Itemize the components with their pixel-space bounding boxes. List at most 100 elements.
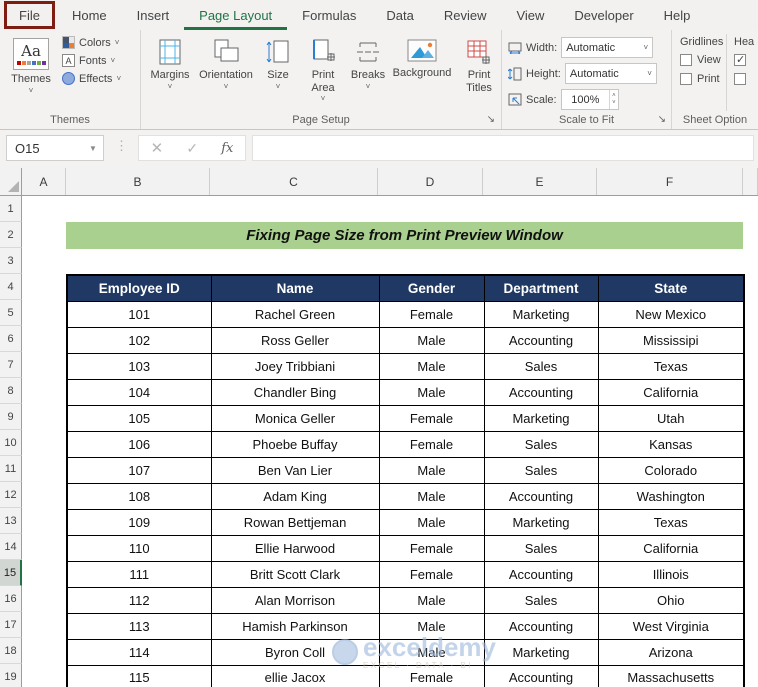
scale-to-fit-dialog-launcher-icon[interactable]: ↘ <box>658 114 666 125</box>
table-cell[interactable]: Ellie Harwood <box>211 535 379 561</box>
fonts-button[interactable]: A Fonts ˅ <box>62 54 121 67</box>
table-cell[interactable]: Texas <box>598 353 744 379</box>
row-header-6[interactable]: 6 <box>0 326 22 352</box>
height-dropdown[interactable]: Automatic ˅ <box>565 63 657 84</box>
menu-tab-formulas[interactable]: Formulas <box>287 0 371 30</box>
table-cell[interactable]: Colorado <box>598 457 744 483</box>
table-cell[interactable]: Sales <box>484 535 598 561</box>
table-cell[interactable]: Sales <box>484 353 598 379</box>
cancel-icon[interactable]: ✕ <box>151 139 164 157</box>
table-cell[interactable]: Texas <box>598 509 744 535</box>
table-cell[interactable]: Male <box>379 509 484 535</box>
menu-tab-developer[interactable]: Developer <box>559 0 648 30</box>
table-cell[interactable]: Male <box>379 483 484 509</box>
insert-function-icon[interactable]: fx <box>221 141 233 156</box>
width-dropdown[interactable]: Automatic ˅ <box>561 37 653 58</box>
table-cell[interactable]: Adam King <box>211 483 379 509</box>
table-cell[interactable]: Female <box>379 561 484 587</box>
table-cell[interactable]: California <box>598 379 744 405</box>
table-cell[interactable]: 111 <box>67 561 211 587</box>
column-header-c[interactable]: C <box>210 168 378 195</box>
table-cell[interactable]: Byron Coll <box>211 639 379 665</box>
table-cell[interactable]: Rachel Green <box>211 301 379 327</box>
breaks-button[interactable]: Breaks˅ <box>347 34 389 91</box>
table-cell[interactable]: Britt Scott Clark <box>211 561 379 587</box>
table-cell[interactable]: Male <box>379 587 484 613</box>
table-cell[interactable]: Accounting <box>484 483 598 509</box>
row-header-1[interactable]: 1 <box>0 196 22 222</box>
table-cell[interactable]: Arizona <box>598 639 744 665</box>
menu-tab-insert[interactable]: Insert <box>122 0 185 30</box>
name-box[interactable]: O15 ▼ <box>6 135 104 161</box>
table-cell[interactable]: Sales <box>484 587 598 613</box>
row-header-11[interactable]: 11 <box>0 456 22 482</box>
menu-tab-data[interactable]: Data <box>371 0 428 30</box>
table-cell[interactable]: Utah <box>598 405 744 431</box>
row-header-4[interactable]: 4 <box>0 274 22 300</box>
formula-bar-grip-icon[interactable]: ⋮ <box>115 138 128 154</box>
table-cell[interactable]: Male <box>379 457 484 483</box>
table-cell[interactable]: Chandler Bing <box>211 379 379 405</box>
select-all-corner[interactable] <box>0 168 22 195</box>
table-cell[interactable]: ellie Jacox <box>211 665 379 687</box>
table-cell[interactable]: Male <box>379 353 484 379</box>
row-header-17[interactable]: 17 <box>0 612 22 638</box>
row-header-18[interactable]: 18 <box>0 638 22 664</box>
table-cell[interactable]: Male <box>379 639 484 665</box>
page-setup-dialog-launcher-icon[interactable]: ↘ <box>487 114 495 125</box>
colors-button[interactable]: Colors ˅ <box>62 36 121 49</box>
menu-tab-page-layout[interactable]: Page Layout <box>184 0 287 30</box>
menu-tab-home[interactable]: Home <box>57 0 122 30</box>
row-header-3[interactable]: 3 <box>0 248 22 274</box>
table-cell[interactable]: 102 <box>67 327 211 353</box>
table-cell[interactable]: Marketing <box>484 301 598 327</box>
table-cell[interactable]: Marketing <box>484 509 598 535</box>
headings-view-checkbox[interactable] <box>734 54 746 66</box>
spinner-arrows-icon[interactable]: ˄˅ <box>609 90 618 109</box>
table-cell[interactable]: Monica Geller <box>211 405 379 431</box>
row-header-16[interactable]: 16 <box>0 586 22 612</box>
table-cell[interactable]: Female <box>379 431 484 457</box>
row-header-14[interactable]: 14 <box>0 534 22 560</box>
chevron-down-icon[interactable]: ▼ <box>83 144 103 153</box>
table-cell[interactable]: 104 <box>67 379 211 405</box>
table-cell[interactable]: Mississipi <box>598 327 744 353</box>
table-cell[interactable]: 114 <box>67 639 211 665</box>
table-cell[interactable]: Hamish Parkinson <box>211 613 379 639</box>
table-cell[interactable]: Massachusetts <box>598 665 744 687</box>
table-cell[interactable]: New Mexico <box>598 301 744 327</box>
table-cell[interactable]: Marketing <box>484 405 598 431</box>
table-cell[interactable]: Accounting <box>484 561 598 587</box>
table-cell[interactable]: West Virginia <box>598 613 744 639</box>
table-cell[interactable]: Sales <box>484 431 598 457</box>
effects-button[interactable]: Effects ˅ <box>62 72 121 85</box>
row-header-15[interactable]: 15 <box>0 560 22 586</box>
gridlines-print-checkbox[interactable] <box>680 73 692 85</box>
row-header-19[interactable]: 19 <box>0 664 22 687</box>
column-header-partial[interactable] <box>743 168 758 195</box>
row-header-7[interactable]: 7 <box>0 352 22 378</box>
size-button[interactable]: Size˅ <box>257 34 299 91</box>
print-area-button[interactable]: Print Area˅ <box>299 34 347 103</box>
table-cell[interactable]: Accounting <box>484 665 598 687</box>
menu-tab-file[interactable]: File <box>4 1 55 29</box>
column-header-d[interactable]: D <box>378 168 483 195</box>
table-cell[interactable]: Accounting <box>484 613 598 639</box>
menu-tab-help[interactable]: Help <box>649 0 706 30</box>
column-header-a[interactable]: A <box>22 168 66 195</box>
table-cell[interactable]: Ben Van Lier <box>211 457 379 483</box>
table-cell[interactable]: 107 <box>67 457 211 483</box>
table-cell[interactable]: Kansas <box>598 431 744 457</box>
table-cell[interactable]: Accounting <box>484 379 598 405</box>
table-cell[interactable]: Illinois <box>598 561 744 587</box>
table-cell[interactable]: 112 <box>67 587 211 613</box>
row-header-5[interactable]: 5 <box>0 300 22 326</box>
gridlines-view-checkbox[interactable] <box>680 54 692 66</box>
row-header-2[interactable]: 2 <box>0 222 22 248</box>
table-cell[interactable]: Phoebe Buffay <box>211 431 379 457</box>
row-header-9[interactable]: 9 <box>0 404 22 430</box>
column-header-f[interactable]: F <box>597 168 743 195</box>
headings-print-checkbox[interactable] <box>734 73 746 85</box>
table-cell[interactable]: Joey Tribbiani <box>211 353 379 379</box>
table-cell[interactable]: 108 <box>67 483 211 509</box>
